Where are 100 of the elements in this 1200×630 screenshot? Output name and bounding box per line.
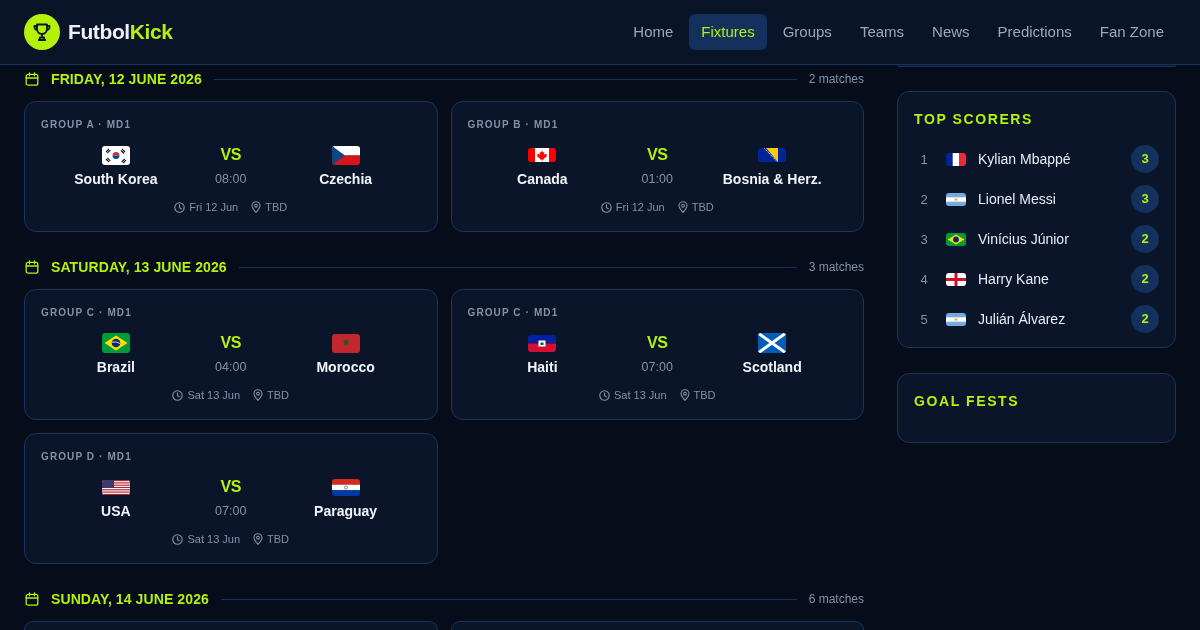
match-card[interactable]: GROUP B · MD1 Canada VS 01:00 Bosnia & Herz. Fri 12 Jun TBD [450,101,864,232]
team-name: Scotland [742,359,802,375]
card-title: TOP SCORERS [914,111,1034,127]
team-name: Brazil [96,359,135,375]
match-card[interactable]: GROUP C · MD1 Brazil VS 04:00 Morocco Sat 13 Jun TBD [24,289,438,420]
team-name: USA [101,503,131,519]
team-name: South Korea [74,171,158,187]
match-card[interactable] [24,621,438,630]
team-name: Canada [517,171,568,187]
match-card[interactable]: GROUP D · MD1 USA VS 07:00 Paraguay Sat 13 Jun TBD [24,433,438,564]
argentina-flag-icon [946,192,966,206]
rank-number: 3 [919,231,929,247]
trophy-icon [24,14,60,50]
match-date: Fri 12 Jun [615,200,665,214]
player-name: Kylian Mbappé [978,151,1071,167]
versus-label: VS [220,477,241,497]
morocco-flag-icon [331,333,360,353]
calendar-icon [25,592,39,606]
paraguay-flag-icon [331,478,360,496]
location-pin-icon [253,389,264,401]
team-name: Bosnia & Herz. [722,171,822,187]
haiti-flag-icon [528,334,557,352]
venue-name: TBD [265,200,288,214]
clock-icon [600,201,612,213]
match-card[interactable]: GROUP C · MD1 Haiti VS 07:00 Scotland Sat 13 Jun TBD [450,289,864,420]
nav-link[interactable]: Home [621,14,686,50]
match-card[interactable]: GROUP A · MD1 South Korea VS 08:00 Czechia Fri 12 Jun TBD [24,101,438,232]
nav-link[interactable]: Fan Zone [1087,14,1176,50]
date-heading: FRIDAY, 12 JUNE 2026 [51,71,202,87]
group-label: GROUP D · MD1 [41,451,133,463]
kickoff-time: 08:00 [215,171,247,187]
korea-flag-icon [101,145,130,165]
player-name: Julián Álvarez [978,311,1066,327]
brazil-flag-icon [946,232,966,246]
group-label: GROUP C · MD1 [467,307,560,319]
group-label: GROUP C · MD1 [41,307,133,319]
versus-label: VS [220,333,241,353]
clock-icon [598,389,610,401]
nav-link[interactable]: Predictions [985,14,1084,50]
team-name: Morocco [316,359,375,375]
match-card[interactable] [450,621,864,630]
nav-link[interactable]: Teams [847,14,917,50]
usa-flag-icon [101,479,130,495]
france-flag-icon [946,152,966,166]
versus-label: VS [647,333,668,353]
versus-label: VS [647,145,668,165]
rank-number: 2 [919,191,929,207]
card-title: GOAL FESTS [914,393,1021,409]
clock-icon [174,201,186,213]
clock-icon [172,389,184,401]
player-name: Vinícius Júnior [978,231,1069,247]
nav-link[interactable]: News [920,14,982,50]
date-heading: SATURDAY, 13 JUNE 2026 [51,259,227,275]
match-date: Sat 13 Jun [187,532,241,546]
team-name: Haiti [527,359,558,375]
group-label: GROUP A · MD1 [41,119,133,131]
match-count: 3 matches [808,260,864,274]
rank-number: 1 [919,151,929,167]
location-pin-icon [677,201,688,213]
bosnia-flag-icon [758,148,787,162]
nav-link[interactable]: Groups [770,14,844,50]
kickoff-time: 04:00 [215,359,247,375]
location-pin-icon [251,201,262,213]
saltire-flag-icon [758,333,787,353]
calendar-icon [25,72,39,86]
rank-number: 5 [919,311,929,327]
match-date: Sat 13 Jun [613,388,667,402]
czech-flag-icon [331,145,360,165]
kickoff-time: 07:00 [215,503,247,519]
venue-name: TBD [267,532,290,546]
match-date: Fri 12 Jun [189,200,239,214]
kickoff-time: 01:00 [641,171,673,187]
canada-flag-icon [528,148,557,162]
versus-label: VS [220,145,241,165]
goal-count-badge: 2 [1131,265,1159,293]
goal-count-badge: 3 [1131,185,1159,213]
goal-count-badge: 2 [1131,305,1159,333]
location-pin-icon [253,533,264,545]
brand-name: FutbolKick [68,20,173,44]
argentina-flag-icon [946,312,966,326]
england-flag-icon [946,272,966,286]
goal-count-badge: 2 [1131,225,1159,253]
venue-name: TBD [693,388,716,402]
match-count: 2 matches [808,72,864,86]
brazil-flag-icon [101,333,130,353]
team-name: Paraguay [314,503,378,519]
location-pin-icon [679,389,690,401]
match-date: Sat 13 Jun [187,388,241,402]
venue-name: TBD [267,388,290,402]
match-count: 6 matches [808,592,864,606]
goal-count-badge: 3 [1131,145,1159,173]
calendar-icon [25,260,39,274]
rank-number: 4 [919,271,929,287]
team-name: Czechia [319,171,373,187]
clock-icon [172,533,184,545]
kickoff-time: 07:00 [641,359,673,375]
venue-name: TBD [691,200,714,214]
nav-link[interactable]: Fixtures [689,14,767,50]
player-name: Harry Kane [978,271,1049,287]
date-heading: SUNDAY, 14 JUNE 2026 [51,591,209,607]
